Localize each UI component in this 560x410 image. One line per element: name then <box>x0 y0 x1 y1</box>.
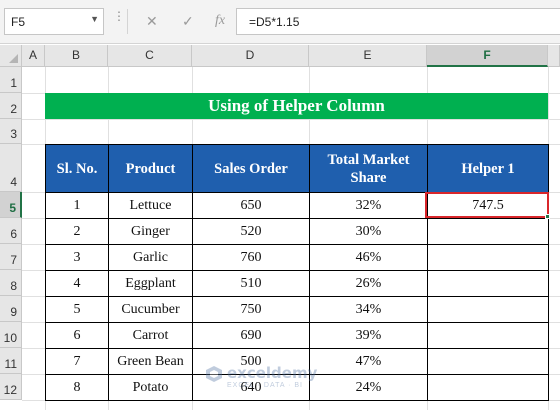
name-box[interactable]: F5 ▼ <box>4 8 104 35</box>
name-box-value: F5 <box>11 15 26 29</box>
cell-market-share[interactable]: 24% <box>309 374 428 401</box>
cell-market-share[interactable]: 46% <box>309 244 428 271</box>
column-header-e[interactable]: E <box>309 45 427 67</box>
row-header-10[interactable]: 10 <box>0 322 22 348</box>
cell-sales-order[interactable]: 650 <box>192 192 310 219</box>
cell-product[interactable]: Potato <box>108 374 193 401</box>
cell-sl-no[interactable]: 6 <box>45 322 109 349</box>
row-header-7[interactable]: 7 <box>0 244 22 270</box>
cell-sales-order[interactable]: 690 <box>192 322 310 349</box>
header-total-market-share[interactable]: Total Market Share <box>309 144 428 193</box>
formula-bar-grip-icon[interactable]: ⋮ <box>113 10 125 22</box>
cell-market-share[interactable]: 26% <box>309 270 428 297</box>
column-header-g[interactable] <box>548 45 560 67</box>
column-header-d[interactable]: D <box>192 45 309 67</box>
table-row: 6 Carrot 690 39% <box>45 322 549 349</box>
cell-helper-1[interactable] <box>427 244 549 271</box>
watermark-tagline: EXCEL · DATA · BI <box>227 382 303 389</box>
cell-sales-order[interactable]: 510 <box>192 270 310 297</box>
cell-product[interactable]: Eggplant <box>108 270 193 297</box>
cell-sl-no[interactable]: 1 <box>45 192 109 219</box>
cell-sales-order[interactable]: 760 <box>192 244 310 271</box>
select-all-icon <box>9 54 18 63</box>
header-product[interactable]: Product <box>108 144 193 193</box>
cell-product[interactable]: Ginger <box>108 218 193 245</box>
cell-helper-1[interactable] <box>427 374 549 401</box>
cell-sl-no[interactable]: 4 <box>45 270 109 297</box>
header-sl-no[interactable]: Sl. No. <box>45 144 109 193</box>
cell-helper-1[interactable] <box>427 296 549 323</box>
data-table: Sl. No. Product Sales Order Total Market… <box>45 144 549 401</box>
cell-helper-1[interactable] <box>427 348 549 375</box>
row-header-4[interactable]: 4 <box>0 144 22 192</box>
column-header-f[interactable]: F <box>427 45 548 67</box>
row-header-11[interactable]: 11 <box>0 348 22 374</box>
row-header-12[interactable]: 12 <box>0 374 22 400</box>
cell-market-share[interactable]: 34% <box>309 296 428 323</box>
cell-sl-no[interactable]: 5 <box>45 296 109 323</box>
table-row: 2 Ginger 520 30% <box>45 218 549 245</box>
cell-market-share[interactable]: 30% <box>309 218 428 245</box>
cell-sl-no[interactable]: 3 <box>45 244 109 271</box>
cell-sl-no[interactable]: 2 <box>45 218 109 245</box>
enter-icon[interactable]: ✓ <box>182 13 194 30</box>
cell-product[interactable]: Cucumber <box>108 296 193 323</box>
formula-input[interactable]: =D5*1.15 <box>236 8 560 35</box>
column-header-a[interactable]: A <box>22 45 45 67</box>
column-header-b[interactable]: B <box>45 45 108 67</box>
divider <box>127 9 128 34</box>
table-header-row: Sl. No. Product Sales Order Total Market… <box>45 144 549 193</box>
header-helper-1[interactable]: Helper 1 <box>427 144 549 193</box>
row-header-5[interactable]: 5 <box>0 192 22 218</box>
sheet-title: Using of Helper Column <box>45 93 548 119</box>
row-header-1[interactable]: 1 <box>0 67 22 93</box>
cell-product[interactable]: Garlic <box>108 244 193 271</box>
cancel-icon[interactable]: ✕ <box>146 13 158 30</box>
cell-sl-no[interactable]: 7 <box>45 348 109 375</box>
cell-market-share[interactable]: 32% <box>309 192 428 219</box>
cell-sales-order[interactable]: 520 <box>192 218 310 245</box>
cell-helper-1[interactable] <box>427 270 549 297</box>
table-row: 5 Cucumber 750 34% <box>45 296 549 323</box>
row-header-9[interactable]: 9 <box>0 296 22 322</box>
row-header-6[interactable]: 6 <box>0 218 22 244</box>
watermark-name: exceldemy <box>227 364 318 382</box>
cell-sl-no[interactable]: 8 <box>45 374 109 401</box>
chevron-down-icon[interactable]: ▼ <box>90 14 99 24</box>
cell-product[interactable]: Green Bean <box>108 348 193 375</box>
cell-market-share[interactable]: 47% <box>309 348 428 375</box>
exceldemy-logo-icon <box>206 366 222 382</box>
row-header-3[interactable]: 3 <box>0 119 22 144</box>
column-header-c[interactable]: C <box>108 45 192 67</box>
fill-handle[interactable] <box>545 214 550 219</box>
cell-market-share[interactable]: 39% <box>309 322 428 349</box>
select-all-button[interactable] <box>0 45 22 67</box>
cell-helper-1[interactable] <box>427 218 549 245</box>
cell-product[interactable]: Lettuce <box>108 192 193 219</box>
cell-sales-order[interactable]: 750 <box>192 296 310 323</box>
header-sales-order[interactable]: Sales Order <box>192 144 310 193</box>
table-row: 3 Garlic 760 46% <box>45 244 549 271</box>
cell-helper-1[interactable] <box>427 322 549 349</box>
row-header-8[interactable]: 8 <box>0 270 22 296</box>
formula-bar: F5 ▼ ⋮ ✕ ✓ fx =D5*1.15 <box>0 0 560 44</box>
row-header-2[interactable]: 2 <box>0 93 22 119</box>
table-row: 4 Eggplant 510 26% <box>45 270 549 297</box>
active-cell-highlight <box>425 192 549 218</box>
cell-product[interactable]: Carrot <box>108 322 193 349</box>
insert-function-icon[interactable]: fx <box>215 13 225 29</box>
